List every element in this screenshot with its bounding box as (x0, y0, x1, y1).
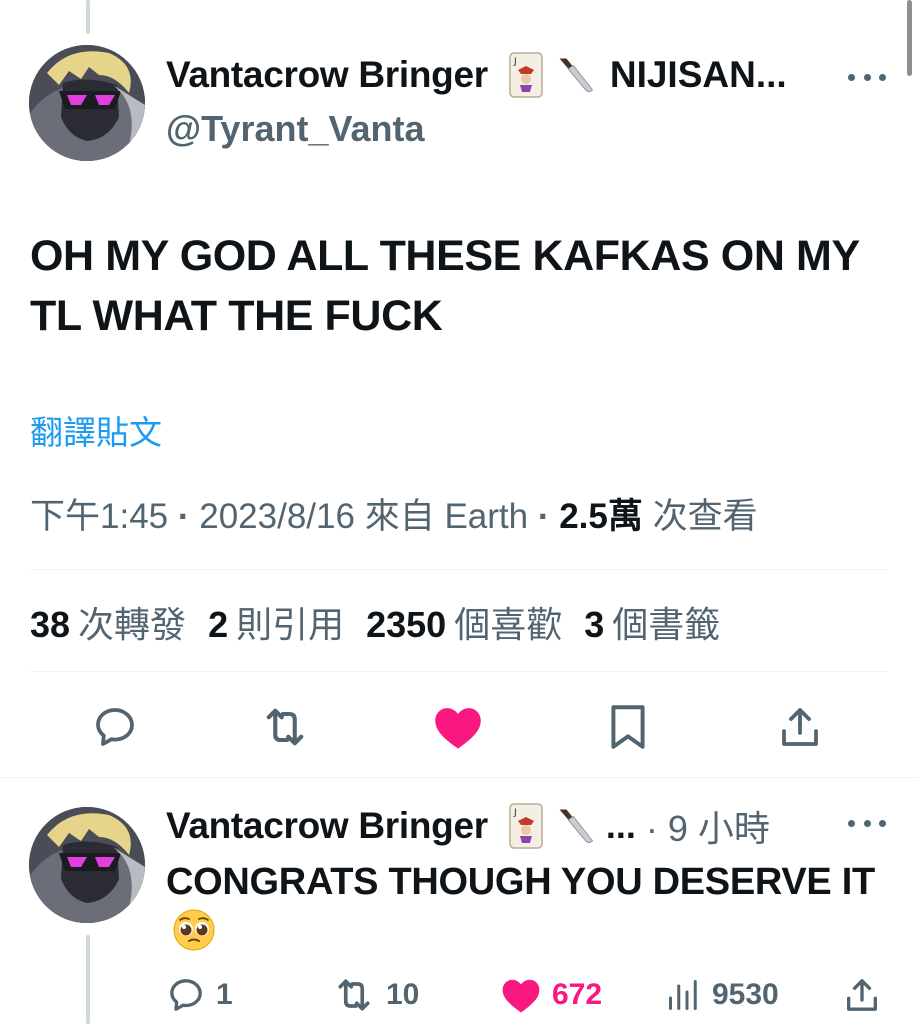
avatar-image (29, 45, 145, 161)
more-options-icon[interactable] (848, 72, 886, 82)
like-count: 672 (552, 978, 603, 1011)
reply-icon (170, 979, 202, 1011)
meta-separator: · (528, 497, 560, 536)
share-icon (847, 979, 877, 1011)
reply-action-bar: 1 10 672 9530 (0, 972, 918, 1018)
reply-text: CONGRATS THOUGH YOU DESERVE IT (166, 856, 886, 960)
likes-stat[interactable]: 2350 個喜歡 (366, 596, 562, 648)
reply-button[interactable] (88, 700, 142, 754)
divider (0, 777, 918, 778)
tweet-action-bar (0, 700, 918, 754)
retweet-count: 10 (386, 978, 420, 1011)
meta-separator: · (168, 497, 200, 536)
divider (30, 569, 888, 570)
retweet-button[interactable] (258, 700, 312, 754)
tweet-source: Earth (444, 497, 529, 536)
source-prefix: 來自 (364, 497, 435, 536)
author-display-name[interactable]: Vantacrow Bringer (166, 54, 488, 96)
joker-card-icon: J (506, 52, 546, 98)
bookmark-icon (611, 705, 645, 749)
engagement-stats: 38 次轉發 2 則引用 2350 個喜歡 3 個書籤 (30, 596, 720, 648)
like-icon-filled (435, 708, 481, 749)
stat-label: 則引用 (236, 604, 345, 645)
reply-text-content: CONGRATS THOUGH YOU DESERVE IT (166, 861, 875, 903)
bookmarks-stat[interactable]: 3 個書籤 (584, 596, 720, 648)
reply-views-button[interactable]: 9530 (666, 972, 779, 1018)
reply-icon (96, 708, 134, 746)
views-label: 次查看 (652, 497, 758, 536)
scrollbar[interactable] (907, 0, 912, 76)
quotes-stat[interactable]: 2 則引用 (208, 596, 344, 648)
avatar-image (29, 807, 145, 923)
knife-icon (556, 803, 596, 849)
reply-avatar[interactable] (29, 807, 145, 923)
tweet-metadata: 下午1:45 · 2023/8/16 來自 Earth · 2.5萬 次查看 (30, 488, 758, 539)
stat-label: 個喜歡 (454, 604, 563, 645)
name-ellipsis: ... (605, 805, 636, 846)
like-icon-filled (502, 979, 540, 1013)
svg-text:J: J (513, 808, 517, 818)
views-count: 2.5萬 (559, 497, 643, 536)
stat-count: 2 (208, 604, 229, 645)
thread-connector-top (86, 0, 90, 34)
share-button[interactable] (773, 700, 827, 754)
reply-count: 1 (216, 978, 233, 1011)
knife-icon (556, 52, 596, 98)
avatar[interactable] (29, 45, 145, 161)
author-name-row: Vantacrow Bringer J NIJISAN... (166, 52, 787, 98)
views-count: 9530 (712, 978, 779, 1011)
reply-share-button[interactable] (842, 972, 892, 1018)
svg-text:J: J (513, 57, 517, 67)
translate-post-link[interactable]: 翻譯貼文 (30, 406, 162, 454)
bookmark-button[interactable] (601, 700, 655, 754)
reply-reply-button[interactable]: 1 (166, 972, 233, 1018)
stat-label: 個書籤 (612, 604, 721, 645)
reply-retweet-button[interactable]: 10 (332, 972, 419, 1018)
stat-count: 2350 (366, 604, 447, 645)
reply-timestamp[interactable]: · 9 小時 (646, 800, 770, 852)
divider (30, 671, 888, 672)
reply-author-display-name[interactable]: Vantacrow Bringer (166, 805, 488, 847)
retweets-stat[interactable]: 38 次轉發 (30, 596, 186, 648)
tweet-time[interactable]: 下午1:45 (30, 497, 168, 536)
pleading-face-icon (172, 908, 216, 952)
reply-like-button[interactable]: 672 (500, 972, 602, 1018)
joker-card-icon: J (506, 803, 546, 849)
views-chart-icon (669, 980, 697, 1010)
like-button[interactable] (431, 700, 485, 754)
stat-count: 3 (584, 604, 605, 645)
tweet-date[interactable]: 2023/8/16 (199, 497, 355, 536)
share-icon (782, 708, 818, 746)
more-options-icon[interactable] (848, 818, 886, 828)
retweet-icon (266, 708, 304, 746)
stat-label: 次轉發 (78, 604, 187, 645)
author-handle[interactable]: @Tyrant_Vanta (166, 108, 425, 150)
stat-count: 38 (30, 604, 71, 645)
author-name-suffix: NIJISAN... (609, 54, 787, 95)
retweet-icon (338, 979, 370, 1011)
tweet-text: OH MY GOD ALL THESE KAFKAS ON MY TL WHAT… (30, 232, 859, 340)
reply-author-name-row: Vantacrow Bringer J ... · 9 小時 (166, 800, 770, 852)
